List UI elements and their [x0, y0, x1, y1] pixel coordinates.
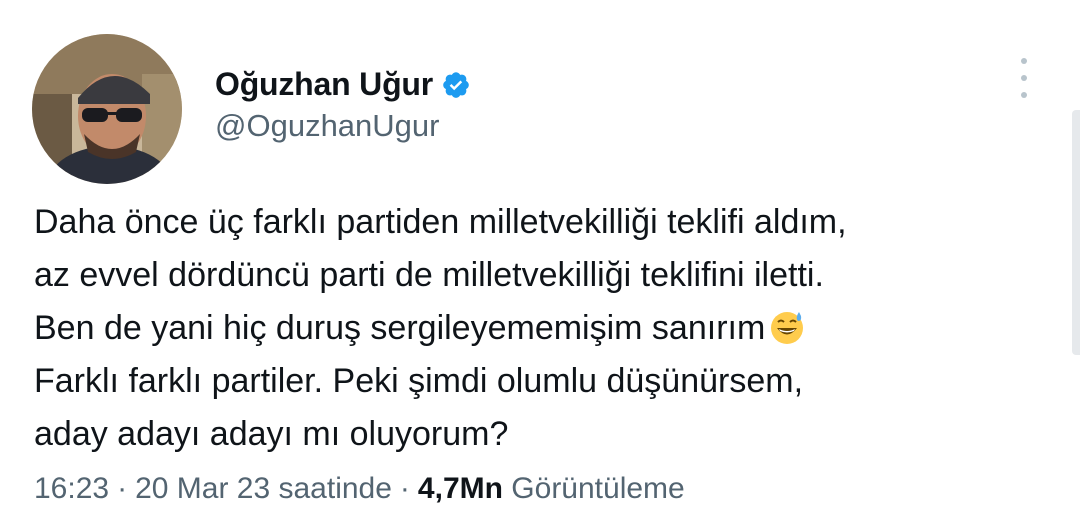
- views-label[interactable]: Görüntüleme: [511, 472, 684, 505]
- author-handle[interactable]: @OguzhanUgur: [215, 108, 439, 144]
- tweet-line: Ben de yani hiç duruş sergileyememişim s…: [34, 309, 766, 347]
- meta-separator: ·: [117, 472, 128, 505]
- avatar[interactable]: [32, 34, 182, 184]
- meta-separator: ·: [399, 472, 410, 505]
- author-name-row[interactable]: Oğuzhan Uğur: [215, 66, 471, 103]
- more-dot: [1021, 58, 1027, 64]
- more-vertical-icon[interactable]: [1014, 58, 1034, 98]
- tweet-text: Daha önce üç farklı partiden milletvekil…: [34, 196, 1034, 461]
- tweet-line-with-emoji: Ben de yani hiç duruş sergileyememişim s…: [34, 302, 1034, 355]
- tweet-line: Daha önce üç farklı partiden milletvekil…: [34, 203, 847, 241]
- grinning-face-with-sweat-icon: [771, 312, 804, 344]
- tweet-time[interactable]: 16:23: [34, 472, 109, 505]
- tweet-line: aday adayı adayı mı oluyorum?: [34, 415, 509, 453]
- tweet-date[interactable]: 20 Mar 23 saatinde: [135, 472, 392, 505]
- views-count[interactable]: 4,7Mn: [418, 472, 503, 505]
- verified-badge-icon: [443, 71, 469, 98]
- more-dot: [1021, 75, 1027, 81]
- tweet-line: az evvel dördüncü parti de milletvekilli…: [34, 256, 824, 294]
- tweet-meta: 16:23 · 20 Mar 23 saatinde · 4,7Mn Görüntüle…: [34, 472, 685, 506]
- scrollbar[interactable]: [1072, 110, 1080, 355]
- avatar-image: [32, 34, 182, 184]
- author-display-name[interactable]: Oğuzhan Uğur: [215, 66, 433, 103]
- tweet-line: Farklı farklı partiler. Peki şimdi oluml…: [34, 362, 804, 400]
- more-dot: [1021, 92, 1027, 98]
